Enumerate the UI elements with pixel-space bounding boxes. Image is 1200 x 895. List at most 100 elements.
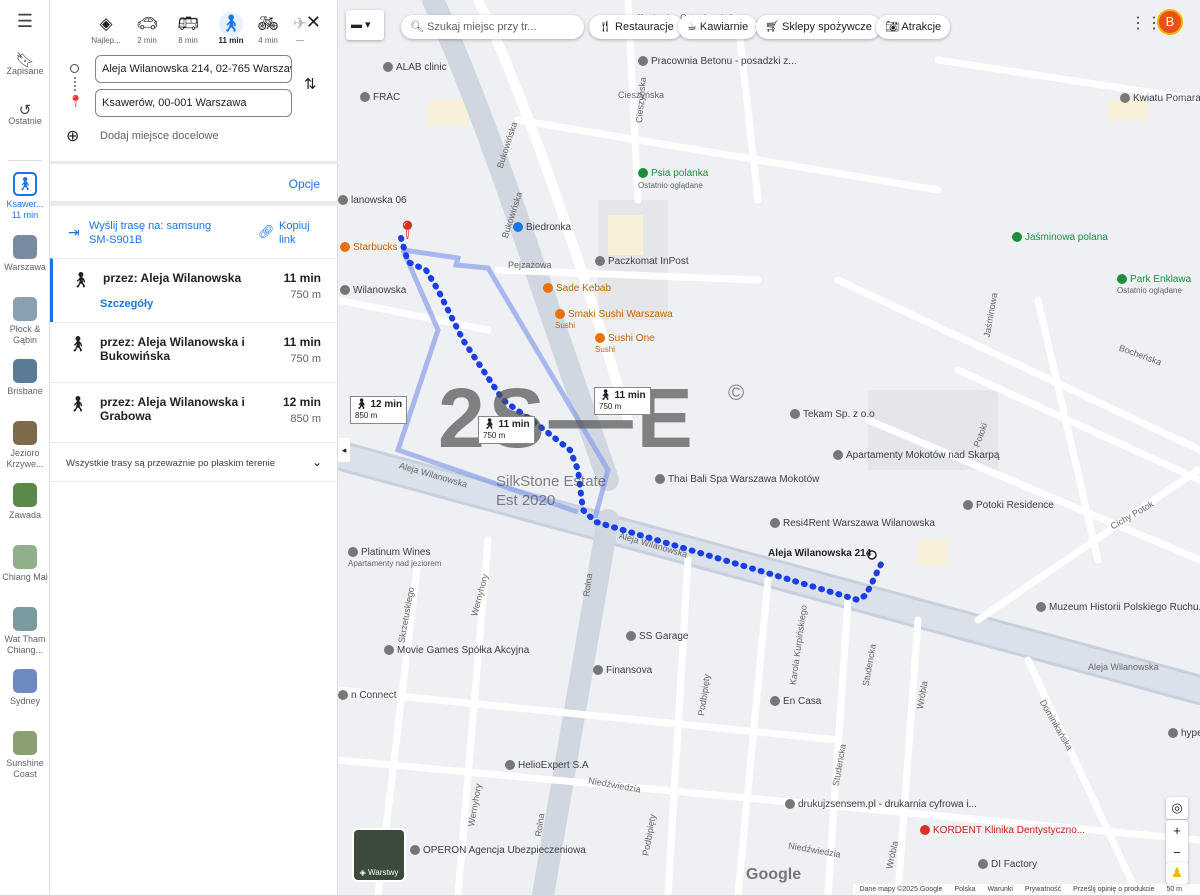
my-location-button[interactable]: ◎ xyxy=(1166,797,1188,819)
copy-link[interactable]: Kopiuj link xyxy=(279,219,319,247)
chip-groceries[interactable]: 🛒︎ Sklepy spożywcze xyxy=(756,15,881,39)
recent-place[interactable]: Płock & Gąbin xyxy=(0,297,50,346)
origin-input[interactable]: Aleja Wilanowska 214, 02-765 Warszawa xyxy=(95,55,292,83)
map-poi-label[interactable]: hyperC xyxy=(1168,728,1200,739)
map-poi-label[interactable]: OPERON Agencja Ubezpieczeniowa xyxy=(410,845,586,856)
destination-input[interactable]: Ksawerów, 00-001 Warszawa xyxy=(95,89,292,117)
map-poi-label[interactable]: Park Enklawa xyxy=(1117,274,1191,285)
map-poi-label[interactable]: Thai Bali Spa Warszawa Mokotów xyxy=(655,474,819,485)
zoom-out-button[interactable]: − xyxy=(1166,842,1188,864)
chip-restaurants[interactable]: 🍴︎ Restauracje xyxy=(589,15,683,39)
map-poi-label[interactable]: Paczkomat InPost xyxy=(595,256,689,267)
place-marker-icon xyxy=(978,859,988,870)
map-poi-label[interactable]: Sade Kebab xyxy=(543,283,611,294)
map-poi-label[interactable]: Resi4Rent Warszawa Wilanowska xyxy=(770,518,935,529)
collapse-panel-button[interactable]: ▬ ▾ xyxy=(346,10,384,40)
map-poi-label[interactable]: Finansova xyxy=(593,665,652,676)
route-option[interactable]: 🚶︎ przez: Aleja Wilanowska i Grabowa 12 mi… xyxy=(50,382,338,442)
recent-place[interactable]: Brisbane xyxy=(0,359,50,397)
map-poi-label[interactable]: Pracownia Betonu - posadzki z... xyxy=(638,56,797,67)
walk-icon: 🚶︎ xyxy=(219,12,243,36)
collapse-side-panel[interactable]: ◂ xyxy=(338,438,350,462)
place-thumbnail xyxy=(13,359,37,383)
route-option[interactable]: 🚶︎ przez: Aleja Wilanowska 11 min 750 m Szc… xyxy=(50,258,338,322)
map-poi-label[interactable]: Aleja Wilanowska 214 xyxy=(768,548,871,559)
map-poi-label[interactable]: Smaki Sushi Warszawa xyxy=(555,309,673,320)
recent-place[interactable]: Sunshine Coast xyxy=(0,731,50,780)
recent-place[interactable]: Chiang Mai xyxy=(0,545,50,583)
route-time-tag[interactable]: 🚶︎ 12 min 850 m xyxy=(350,396,408,424)
recent-place[interactable]: Jezioro Krzywe... xyxy=(0,421,50,470)
place-thumbnail xyxy=(13,483,37,507)
search-input[interactable]: 🔍︎ Szukaj miejsc przy tr... xyxy=(401,15,584,39)
place-marker-icon xyxy=(340,285,350,296)
map-poi-label[interactable]: Movie Games Spółka Akcyjna xyxy=(384,645,529,656)
map-poi-label[interactable]: Biedronka xyxy=(513,222,571,233)
map-poi-label[interactable]: ALAB clinic xyxy=(383,62,447,73)
close-icon[interactable]: ✕ xyxy=(306,12,321,33)
route-time-tag[interactable]: 🚶︎ 11 min 750 m xyxy=(478,416,535,444)
map-poi-label[interactable]: DI Factory xyxy=(978,859,1037,870)
map-poi-label[interactable]: Tekam Sp. z o.o xyxy=(790,409,875,420)
map-poi-label[interactable]: drukujzsensem.pl - drukarnia cyfrowa i..… xyxy=(785,799,977,810)
place-marker-icon xyxy=(655,474,665,485)
mode-best-route[interactable]: ◈ Najlep... xyxy=(86,12,126,45)
map-poi-label[interactable]: Apartamenty Mokotów nad Skarpą xyxy=(833,450,999,461)
map-poi-label[interactable]: HelioExpert S.A xyxy=(505,760,589,771)
recent-place[interactable]: Sydney xyxy=(0,669,50,707)
place-marker-icon xyxy=(1120,93,1130,104)
map-poi-label[interactable]: Platinum Wines xyxy=(348,547,430,558)
side-rail: ☰ 🔖︎ Zapisane ↺ Ostatnie 🚶︎ Ksawer... 11 min… xyxy=(0,0,50,895)
add-destination[interactable]: Dodaj miejsce docelowe xyxy=(100,130,219,142)
mode-walk[interactable]: 🚶︎ 11 min xyxy=(211,12,251,45)
map-poi-label[interactable]: Kwiatu Pomarańczy xyxy=(1120,93,1200,104)
walk-icon: 🚶︎ xyxy=(71,272,91,289)
recent-place[interactable]: Wat Tham Chiang... xyxy=(0,607,50,656)
place-marker-icon xyxy=(1117,274,1127,285)
map-poi-label[interactable]: En Casa xyxy=(770,696,821,707)
map-poi-label[interactable]: Jaśminowa polana xyxy=(1012,232,1108,243)
saved-button[interactable]: 🔖︎ Zapisane xyxy=(0,53,50,77)
transit-icon: 🚌︎ xyxy=(177,14,199,33)
avatar[interactable]: B xyxy=(1157,9,1183,35)
map-poi-label[interactable]: KORDENT Klinika Dentystyczno... xyxy=(920,825,1085,836)
recent-button[interactable]: ↺ Ostatnie xyxy=(0,103,50,127)
pegman-icon[interactable]: ♟ xyxy=(1166,862,1188,884)
map-poi-label[interactable]: FRAC xyxy=(360,92,400,103)
map-sublabel: Apartamenty nad jeziorem xyxy=(348,559,442,568)
details-link[interactable]: Szczegóły xyxy=(100,298,153,310)
map-poi-label[interactable]: Psia polanka xyxy=(638,168,708,179)
map-poi-label[interactable]: Potoki Residence xyxy=(963,500,1054,511)
place-marker-icon xyxy=(785,799,795,810)
map-poi-label[interactable]: lanowska 06 xyxy=(338,195,407,206)
options-button[interactable]: Opcje xyxy=(289,177,320,191)
recent-place[interactable]: Warszawa xyxy=(0,235,50,273)
layers-button[interactable]: ◈ Warstwy xyxy=(352,828,406,882)
place-marker-icon xyxy=(513,222,523,233)
place-marker-icon xyxy=(384,645,394,656)
mode-transit[interactable]: 🚌︎ 8 min xyxy=(168,12,208,45)
mode-car[interactable]: 🚗︎ 2 min xyxy=(127,12,167,45)
map-poi-label[interactable]: Starbucks xyxy=(340,242,397,253)
map-poi-label[interactable]: SS Garage xyxy=(626,631,688,642)
map-poi-label[interactable]: Sushi One xyxy=(595,333,655,344)
map-poi-label[interactable]: Wilanowska xyxy=(340,285,406,296)
chip-attractions[interactable]: 📷︎ Atrakcje xyxy=(876,15,951,39)
terrain-note[interactable]: Wszystkie trasy są przeważnie po płaskim… xyxy=(50,442,338,482)
place-marker-icon xyxy=(383,62,393,73)
menu-icon[interactable]: ☰ xyxy=(0,12,50,30)
route-option[interactable]: 🚶︎ przez: Aleja Wilanowska i Bukowińska 11… xyxy=(50,322,338,382)
send-to-device[interactable]: Wyślij trasę na: samsung SM-S901B xyxy=(89,219,234,247)
map-poi-label[interactable]: Muzeum Historii Polskiego Ruchu... xyxy=(1036,602,1200,613)
route-time-tag[interactable]: 🚶︎ 11 min 750 m xyxy=(594,387,651,415)
swap-icon[interactable]: ⇅ xyxy=(304,75,317,93)
add-icon[interactable]: ⊕ xyxy=(66,126,79,146)
zoom-in-button[interactable]: + xyxy=(1166,820,1188,842)
map-canvas[interactable]: 📍︎ ALAB clinic FRAC Pracownia Betonu - pos… xyxy=(338,0,1200,895)
map-poi-label[interactable]: n Connect xyxy=(338,690,397,701)
car-icon: 🚗︎ xyxy=(136,14,158,33)
chip-cafes[interactable]: ☕︎ Kawiarnie xyxy=(678,15,758,39)
recent-place[interactable]: Zawada xyxy=(0,483,50,521)
current-directions[interactable]: 🚶︎ Ksawer... 11 min xyxy=(0,172,50,221)
place-marker-icon xyxy=(595,256,605,267)
